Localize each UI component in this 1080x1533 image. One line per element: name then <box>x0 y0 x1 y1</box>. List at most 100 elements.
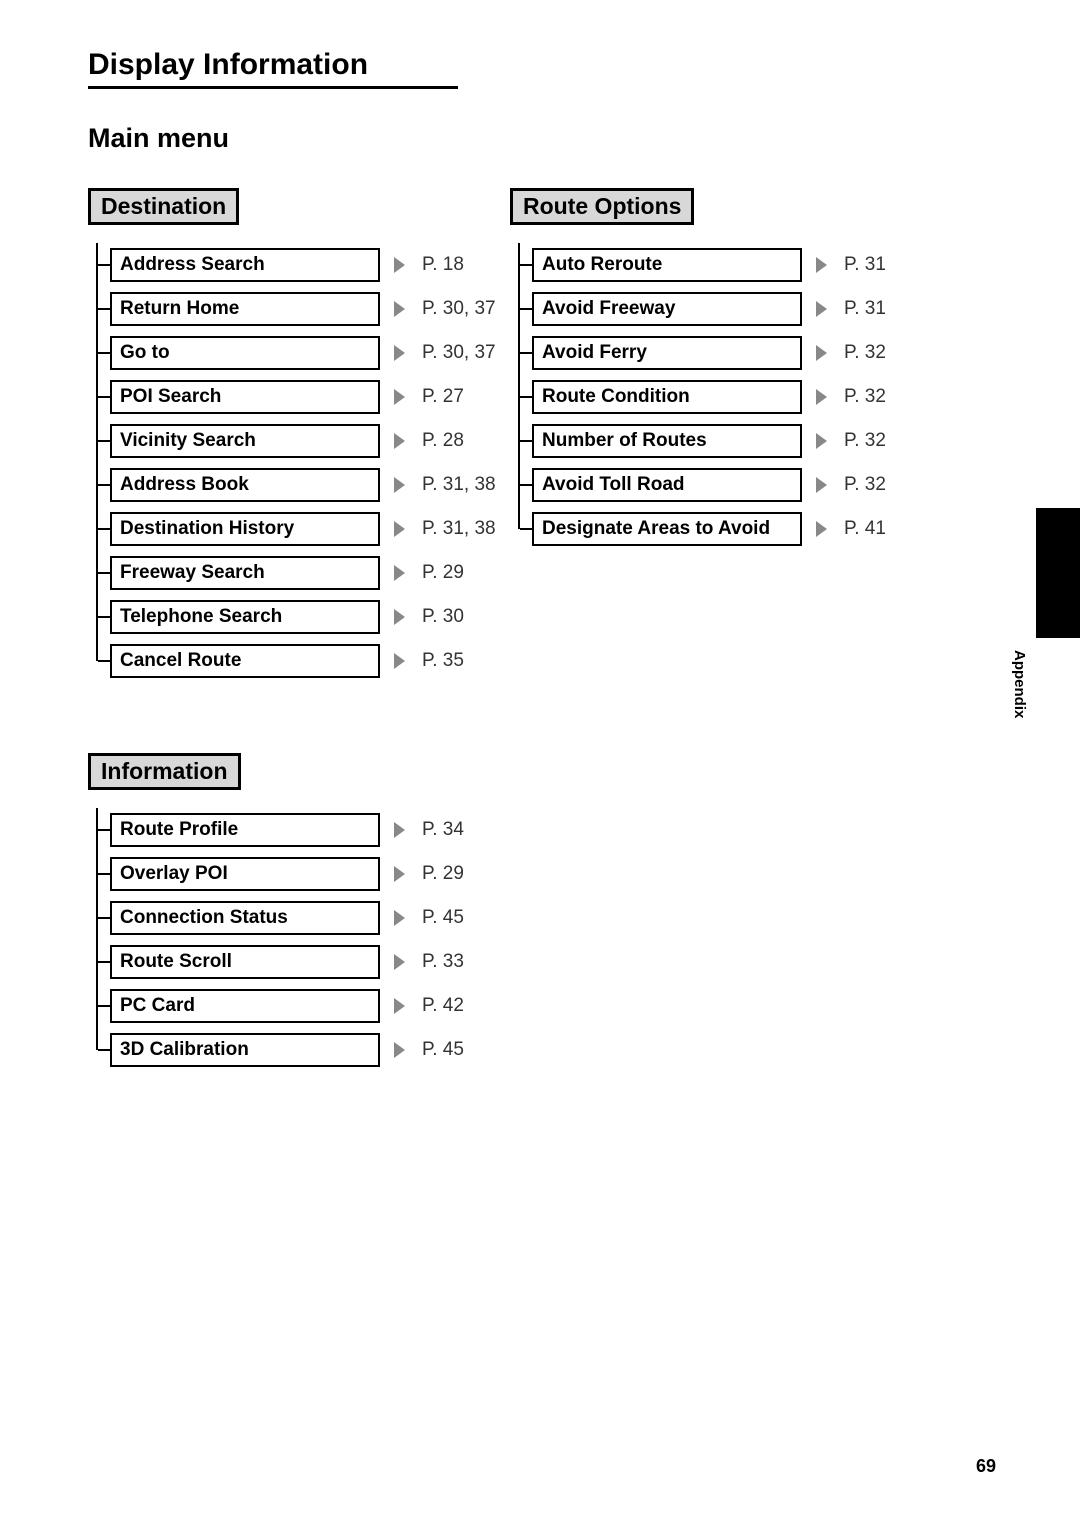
tree-tick <box>98 616 110 618</box>
item-label: POI Search <box>110 380 380 414</box>
page-ref: P. 30 <box>422 606 464 628</box>
section-information: Information Route ProfileP. 34 Overlay P… <box>88 753 488 1072</box>
tree-tick <box>520 440 532 442</box>
page-ref: P. 18 <box>422 254 464 276</box>
columns: Destination Address SearchP. 18 Return H… <box>88 164 1000 1072</box>
section-destination: Destination Address SearchP. 18 Return H… <box>88 188 488 683</box>
list-item: Cancel Route P. 35 <box>98 639 488 683</box>
item-label: Auto Reroute <box>532 248 802 282</box>
page-ref: P. 31, 38 <box>422 474 496 496</box>
tree-tick <box>520 308 532 310</box>
tree-destination: Address SearchP. 18 Return HomeP. 30, 37… <box>96 243 488 683</box>
arrow-icon <box>394 866 416 882</box>
section-route-options: Route Options Auto RerouteP. 31 Avoid Fr… <box>510 188 910 551</box>
tree-tick <box>98 528 110 530</box>
item-label: Vicinity Search <box>110 424 380 458</box>
arrow-icon <box>816 477 838 493</box>
page-ref: P. 45 <box>422 907 464 929</box>
arrow-icon <box>394 389 416 405</box>
page-ref: P. 29 <box>422 562 464 584</box>
arrow-icon <box>394 477 416 493</box>
list-item: Destination HistoryP. 31, 38 <box>98 507 488 551</box>
tree-tick <box>520 352 532 354</box>
page-ref: P. 32 <box>844 386 886 408</box>
page-ref: P. 31 <box>844 298 886 320</box>
item-label: Overlay POI <box>110 857 380 891</box>
list-item: PC Card P. 42 <box>98 984 488 1028</box>
tree-tick <box>98 660 110 662</box>
page-ref: P. 42 <box>422 995 464 1017</box>
page-ref: P. 33 <box>422 951 464 973</box>
page-ref: P. 27 <box>422 386 464 408</box>
list-item: Designate Areas to Avoid P. 41 <box>520 507 910 551</box>
arrow-icon <box>816 389 838 405</box>
right-column: Route Options Auto RerouteP. 31 Avoid Fr… <box>510 164 910 1072</box>
page-ref: P. 30, 37 <box>422 298 496 320</box>
item-label: Freeway Search <box>110 556 380 590</box>
arrow-icon <box>394 301 416 317</box>
arrow-icon <box>394 910 416 926</box>
item-label: Avoid Freeway <box>532 292 802 326</box>
list-item: Address SearchP. 18 <box>98 243 488 287</box>
list-item: Number of Routes P. 32 <box>520 419 910 463</box>
arrow-icon <box>394 433 416 449</box>
arrow-icon <box>394 521 416 537</box>
tree-tick <box>520 264 532 266</box>
arrow-icon <box>394 609 416 625</box>
list-item: Connection StatusP. 45 <box>98 896 488 940</box>
arrow-icon <box>816 433 838 449</box>
item-label: Route Condition <box>532 380 802 414</box>
item-label: Number of Routes <box>532 424 802 458</box>
arrow-icon <box>816 301 838 317</box>
item-label: Avoid Toll Road <box>532 468 802 502</box>
tree-tick <box>98 484 110 486</box>
tree-tick <box>98 264 110 266</box>
page-title: Display Information <box>88 48 458 89</box>
tree-tick <box>98 1005 110 1007</box>
item-label: 3D Calibration <box>110 1033 380 1067</box>
page-ref: P. 41 <box>844 518 886 540</box>
item-label: Route Profile <box>110 813 380 847</box>
item-label: Route Scroll <box>110 945 380 979</box>
item-label: Address Book <box>110 468 380 502</box>
page-subtitle: Main menu <box>88 123 1000 154</box>
page-ref: P. 32 <box>844 430 886 452</box>
arrow-icon <box>394 565 416 581</box>
page-ref: P. 32 <box>844 474 886 496</box>
list-item: Avoid Freeway P. 31 <box>520 287 910 331</box>
list-item: Freeway Search P. 29 <box>98 551 488 595</box>
left-column: Destination Address SearchP. 18 Return H… <box>88 164 488 1072</box>
item-label: Go to <box>110 336 380 370</box>
arrow-icon <box>816 345 838 361</box>
arrow-icon <box>394 1042 416 1058</box>
list-item: Go toP. 30, 37 <box>98 331 488 375</box>
page-ref: P. 28 <box>422 430 464 452</box>
item-label: PC Card <box>110 989 380 1023</box>
list-item: Return HomeP. 30, 37 <box>98 287 488 331</box>
list-item: Auto Reroute P. 31 <box>520 243 910 287</box>
list-item: Avoid FerryP. 32 <box>520 331 910 375</box>
tree-tick <box>520 528 532 530</box>
page-ref: P. 32 <box>844 342 886 364</box>
page: Display Information Main menu Destinatio… <box>0 0 1080 1533</box>
arrow-icon <box>394 822 416 838</box>
arrow-icon <box>816 257 838 273</box>
page-ref: P. 35 <box>422 650 464 672</box>
tree-tick <box>98 352 110 354</box>
list-item: Address BookP. 31, 38 <box>98 463 488 507</box>
page-ref: P. 31 <box>844 254 886 276</box>
page-ref: P. 34 <box>422 819 464 841</box>
arrow-icon <box>816 521 838 537</box>
page-ref: P. 31, 38 <box>422 518 496 540</box>
side-tab-label: Appendix <box>1011 650 1028 718</box>
list-item: Route Condition P. 32 <box>520 375 910 419</box>
list-item: 3D CalibrationP. 45 <box>98 1028 488 1072</box>
list-item: Avoid Toll Road P. 32 <box>520 463 910 507</box>
tree-tick <box>520 484 532 486</box>
page-ref: P. 30, 37 <box>422 342 496 364</box>
tree-information: Route ProfileP. 34 Overlay POIP. 29 Conn… <box>96 808 488 1072</box>
tree-tick <box>98 829 110 831</box>
list-item: Vicinity Search P. 28 <box>98 419 488 463</box>
item-label: Designate Areas to Avoid <box>532 512 802 546</box>
item-label: Cancel Route <box>110 644 380 678</box>
